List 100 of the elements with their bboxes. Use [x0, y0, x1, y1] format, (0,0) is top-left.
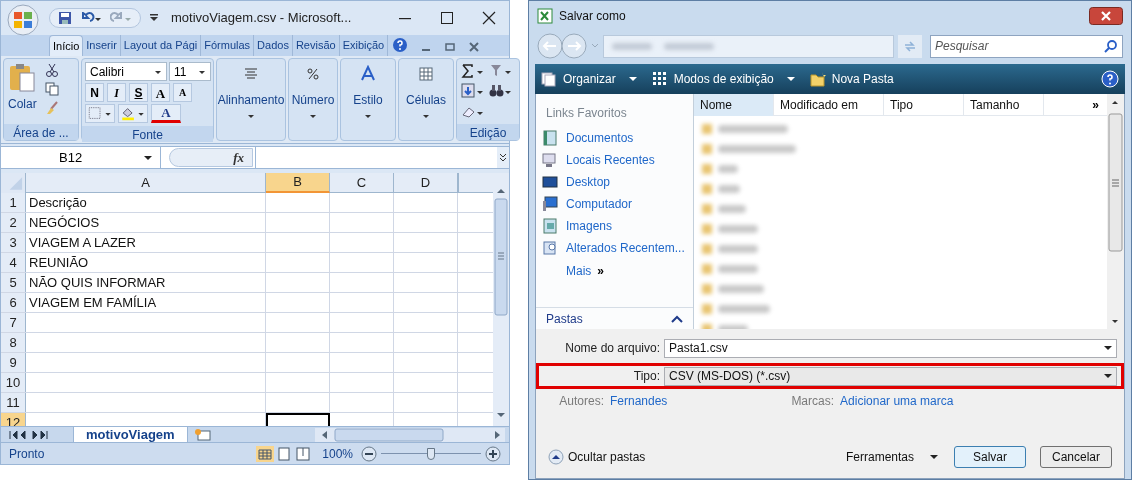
font-size-text: 11 — [174, 63, 187, 81]
caret-icon — [1104, 345, 1112, 351]
ribbon-group-button[interactable]: Alinhamento — [217, 59, 285, 140]
copy-icon[interactable] — [44, 82, 59, 96]
toolbar-button[interactable]: Organizar — [541, 70, 638, 88]
column-header[interactable]: Tamanho — [964, 94, 1044, 116]
row-header[interactable]: 6 — [1, 293, 26, 312]
field-label: Tipo: — [632, 368, 661, 385]
dialog-button[interactable]: Cancelar — [1040, 446, 1112, 468]
sum-icon[interactable] — [461, 63, 485, 79]
vertical-scrollbar[interactable] — [493, 173, 509, 427]
favorite-link[interactable]: Alterados Recentem... — [542, 240, 693, 256]
clipboard-icon — [8, 63, 37, 93]
borders-icon[interactable] — [85, 104, 115, 123]
ribbon-group-button[interactable]: Número — [289, 59, 337, 140]
more-link[interactable]: Mais — [566, 262, 592, 280]
table-cell: Descrição — [26, 193, 266, 213]
metadata-label: Marcas: — [791, 393, 835, 410]
name-box[interactable]: B12 — [1, 147, 161, 168]
ribbon-tab[interactable]: Início — [49, 35, 84, 56]
back-icon[interactable] — [537, 33, 563, 59]
column-header[interactable]: D — [394, 173, 458, 193]
tools-menu-button[interactable]: Ferramentas — [845, 448, 938, 466]
sheet-tab[interactable]: motivoViagem — [73, 426, 188, 443]
help-icon[interactable] — [1101, 70, 1119, 88]
favorite-link[interactable]: Desktop — [542, 174, 693, 190]
zoom-out-icon[interactable] — [361, 445, 377, 462]
expand-icon[interactable] — [497, 147, 509, 168]
maximize-icon[interactable] — [439, 10, 455, 26]
favorite-link[interactable]: Documentos — [542, 130, 693, 146]
horizontal-scrollbar[interactable] — [315, 427, 505, 442]
brush-icon[interactable] — [44, 101, 59, 115]
row-header[interactable]: 10 — [1, 373, 26, 392]
metadata-label: Autores: — [558, 393, 604, 410]
hide-folders-button[interactable]: Ocultar pastas — [548, 448, 646, 466]
format-button[interactable]: S — [129, 83, 148, 102]
grow-font-button[interactable]: A — [151, 83, 170, 102]
office-logo-icon[interactable] — [5, 4, 41, 36]
zoom-slider[interactable] — [381, 445, 481, 462]
zoom-in-icon[interactable] — [485, 445, 501, 462]
paste-button[interactable]: Colar — [8, 95, 37, 113]
vertical-scrollbar[interactable] — [1107, 94, 1124, 329]
field-label: Nome do arquivo: — [564, 340, 661, 357]
save-icon[interactable] — [58, 11, 72, 25]
blurred-row — [702, 302, 770, 315]
scissors-icon[interactable] — [44, 63, 59, 77]
toolbar-button[interactable]: Modos de exibição — [651, 70, 796, 88]
fill-down-icon[interactable] — [461, 83, 485, 100]
close-icon[interactable] — [481, 10, 497, 26]
row-header[interactable]: 11 — [1, 393, 26, 412]
ribbon-group-button[interactable]: Estilo — [341, 59, 395, 140]
row-header[interactable]: 8 — [1, 333, 26, 352]
font-color-button[interactable]: A — [151, 104, 181, 123]
column-header[interactable]: C — [330, 173, 394, 193]
row-header[interactable]: 4 — [1, 253, 26, 272]
address-field[interactable] — [603, 34, 894, 58]
chevron-text[interactable]: » — [1092, 95, 1099, 114]
search-placeholder: Pesquisar — [935, 38, 989, 55]
row-header[interactable]: 1 — [1, 193, 26, 212]
help-icon[interactable] — [392, 37, 409, 53]
format-button[interactable]: N — [85, 83, 104, 102]
page-break-icon[interactable] — [294, 445, 313, 462]
author-link[interactable]: Fernandes — [610, 392, 668, 410]
search-field[interactable]: Pesquisar — [930, 34, 1123, 58]
favorite-link[interactable]: Locais Recentes — [542, 152, 693, 168]
row-header[interactable]: 9 — [1, 353, 26, 372]
column-header[interactable]: Nome — [694, 94, 774, 116]
dialog-button[interactable]: Salvar — [954, 446, 1026, 468]
column-header[interactable]: Tipo — [884, 94, 964, 116]
favorite-link[interactable]: Imagens — [542, 218, 693, 234]
fill-color-icon[interactable] — [118, 104, 148, 123]
slider-thumb[interactable] — [427, 447, 435, 460]
shrink-font-button[interactable]: A — [173, 83, 192, 102]
undo-icon[interactable] — [80, 12, 102, 24]
customize-caret-icon[interactable] — [149, 13, 159, 23]
caret-icon — [198, 68, 206, 75]
forward-icon[interactable] — [561, 33, 587, 59]
row-header[interactable]: 3 — [1, 233, 26, 252]
ribbon-group-button[interactable]: Células — [399, 59, 453, 140]
row-header[interactable]: 5 — [1, 273, 26, 292]
row-header[interactable]: 7 — [1, 313, 26, 332]
type-dropdown[interactable]: CSV (MS-DOS) (*.csv) — [664, 366, 1117, 386]
column-header[interactable]: Modificado em — [774, 94, 884, 116]
font-field[interactable]: Calibri — [85, 62, 167, 81]
size-field[interactable]: 11 — [169, 62, 211, 81]
tag-link[interactable]: Adicionar uma marca — [840, 392, 954, 410]
format-button[interactable]: I — [107, 83, 126, 102]
function-label[interactable]: fx — [233, 147, 244, 168]
column-header[interactable]: B — [266, 173, 330, 193]
favorite-link[interactable]: Computador — [542, 196, 693, 212]
caret-icon — [930, 454, 938, 460]
row-header[interactable]: 2 — [1, 213, 26, 232]
file-name-field[interactable]: Pasta1.csv — [664, 338, 1117, 358]
desktop-icon — [542, 174, 558, 190]
normal-view-icon[interactable] — [256, 445, 275, 462]
toolbar-button[interactable]: Nova Pasta — [809, 70, 894, 88]
group-label: Fonte — [82, 126, 213, 142]
restore-icon[interactable] — [444, 41, 457, 53]
row-header[interactable]: 12 — [1, 413, 26, 427]
close-icon[interactable] — [1089, 7, 1123, 25]
